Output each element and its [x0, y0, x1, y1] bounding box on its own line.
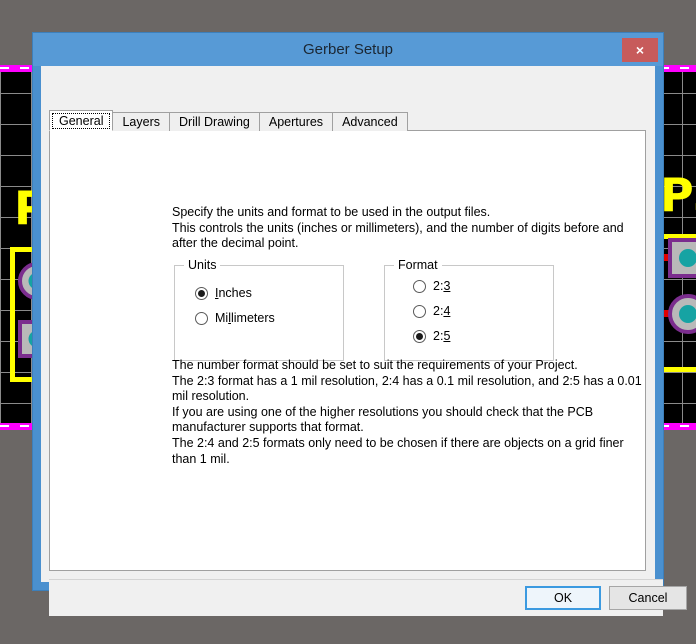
units-groupbox: Units Inches Millimeters: [174, 265, 344, 361]
pad-hole: [679, 249, 696, 267]
dialog-titlebar[interactable]: Gerber Setup ×: [33, 33, 663, 66]
component-designator-right: P3: [660, 172, 696, 218]
radio-label: 2:3: [433, 279, 450, 293]
radio-format-2-4[interactable]: 2:4: [413, 304, 450, 318]
pad-hole: [679, 305, 696, 323]
radio-indicator: [195, 287, 208, 300]
radio-label: Inches: [215, 286, 252, 300]
radio-format-2-3[interactable]: 2:3: [413, 279, 450, 293]
dialog-footer: OK Cancel: [49, 579, 663, 616]
tab-label: General: [59, 114, 103, 128]
radio-indicator: [413, 305, 426, 318]
tab-layers[interactable]: Layers: [112, 112, 170, 131]
tab-strip: General Layers Drill Drawing Apertures A…: [49, 110, 407, 131]
radio-indicator: [413, 280, 426, 293]
tab-general[interactable]: General: [49, 110, 113, 131]
pad-square-right[interactable]: [668, 238, 696, 278]
dialog-body: General Layers Drill Drawing Apertures A…: [41, 66, 655, 582]
radio-indicator: [195, 312, 208, 325]
format-groupbox: Format 2:3 2:4 2:5: [384, 265, 554, 361]
tab-drill-drawing[interactable]: Drill Drawing: [169, 112, 260, 131]
tab-panel-general: Specify the units and format to be used …: [49, 130, 646, 571]
radio-label: 2:4: [433, 304, 450, 318]
tab-label: Layers: [122, 115, 160, 129]
format-group-title: Format: [394, 258, 442, 272]
description-text: The number format should be set to suit …: [172, 358, 642, 467]
tab-label: Apertures: [269, 115, 323, 129]
radio-indicator: [413, 330, 426, 343]
radio-units-millimeters[interactable]: Millimeters: [195, 311, 275, 325]
intro-text: Specify the units and format to be used …: [172, 205, 642, 252]
tab-label: Drill Drawing: [179, 115, 250, 129]
radio-label: 2:5: [433, 329, 450, 343]
tab-label: Advanced: [342, 115, 398, 129]
radio-format-2-5[interactable]: 2:5: [413, 329, 450, 343]
tab-apertures[interactable]: Apertures: [259, 112, 333, 131]
cancel-button[interactable]: Cancel: [609, 586, 687, 610]
radio-label: Millimeters: [215, 311, 275, 325]
close-icon[interactable]: ×: [622, 38, 658, 62]
ok-button[interactable]: OK: [525, 586, 601, 610]
radio-units-inches[interactable]: Inches: [195, 286, 252, 300]
gerber-setup-dialog: Gerber Setup × General Layers Drill Draw…: [33, 33, 663, 590]
dialog-title: Gerber Setup: [303, 41, 393, 58]
units-group-title: Units: [184, 258, 220, 272]
tab-advanced[interactable]: Advanced: [332, 112, 408, 131]
